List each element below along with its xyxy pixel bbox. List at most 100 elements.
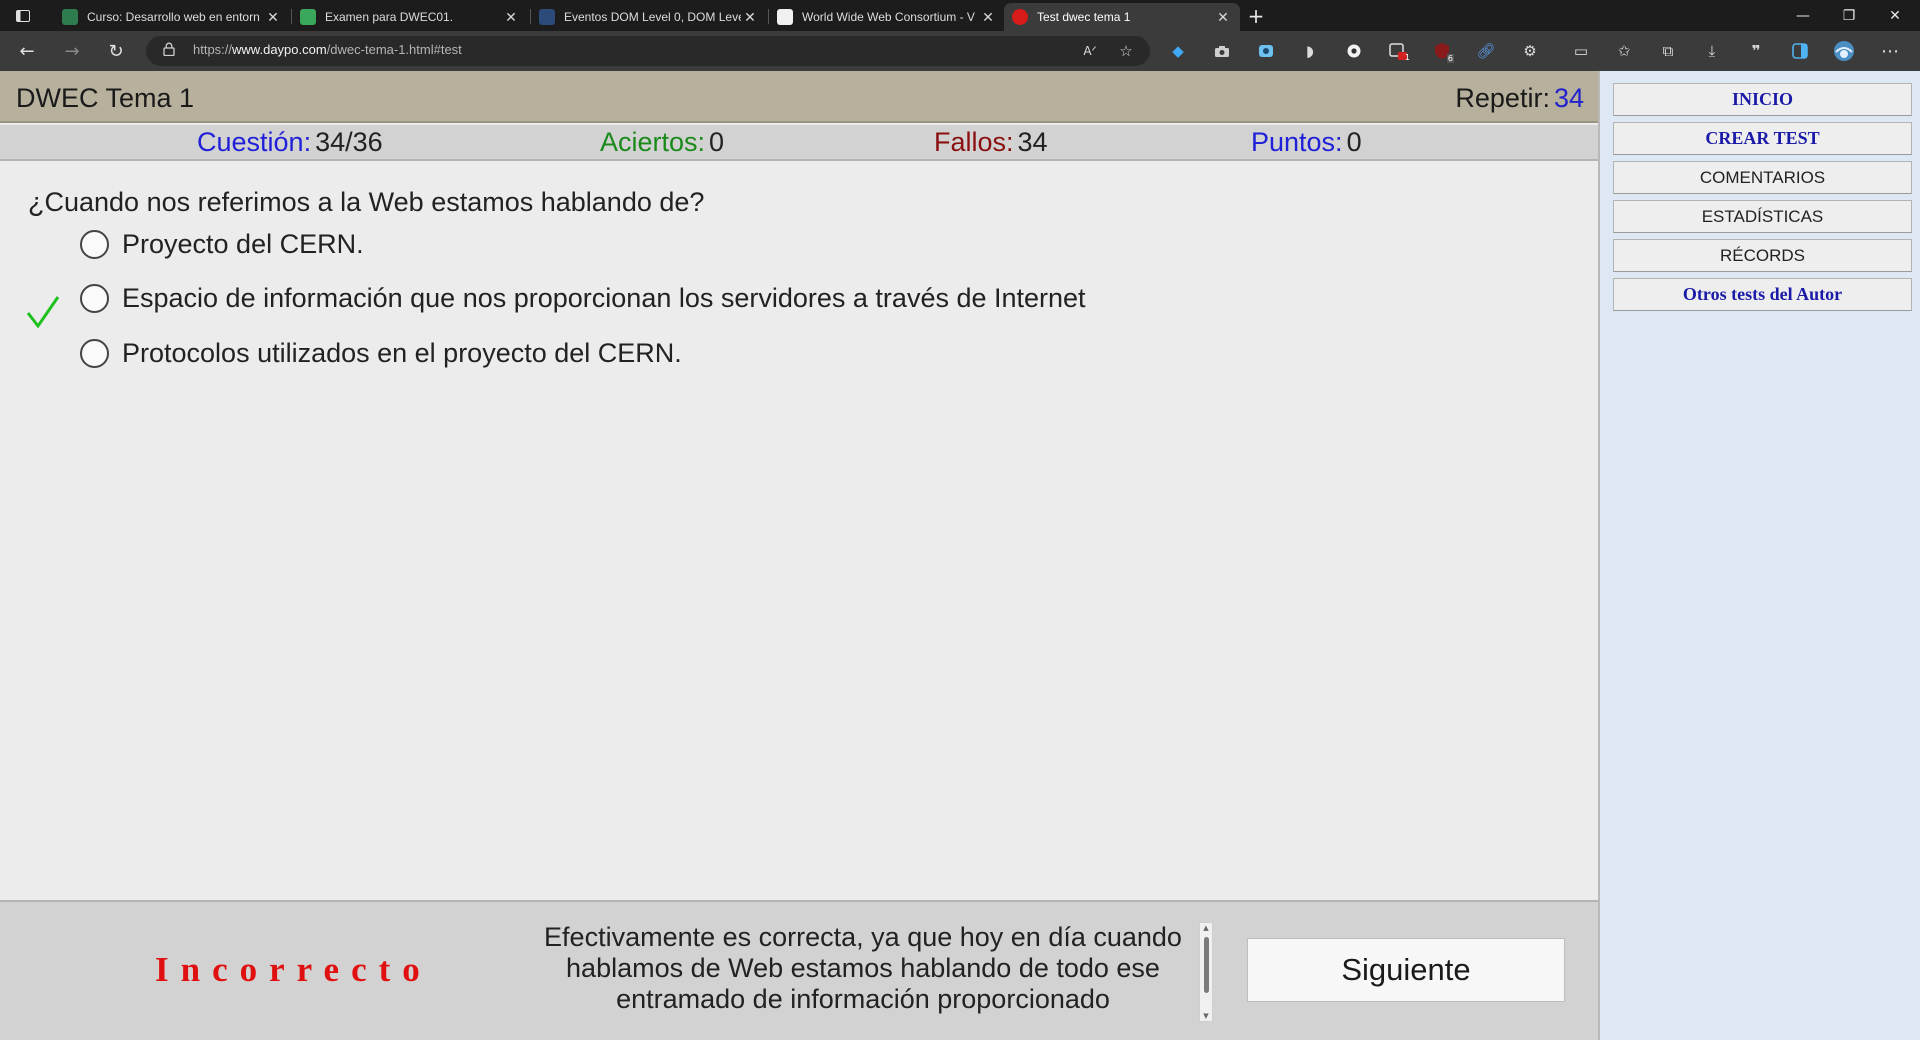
daypo-favicon-icon xyxy=(1012,9,1028,25)
link-icon[interactable]: 🔗︎ xyxy=(1474,39,1498,63)
add-favorite-icon[interactable]: ☆ xyxy=(1114,39,1138,63)
downloads-icon[interactable]: ⤓ xyxy=(1700,39,1724,63)
explanation-scrollbar[interactable]: ▲ ▼ xyxy=(1199,922,1213,1022)
radio-button[interactable] xyxy=(80,283,109,313)
capture-icon[interactable] xyxy=(1254,39,1278,63)
score-correct: Aciertos: 0 xyxy=(600,127,724,158)
radio-button[interactable] xyxy=(80,338,109,368)
tab-title: Test dwec tema 1 xyxy=(1037,10,1131,24)
score-label: Puntos: xyxy=(1251,127,1343,157)
browser-tab[interactable]: Eventos DOM Level 0, DOM Leve ✕ xyxy=(531,3,767,31)
result-status: Incorrecto xyxy=(155,950,432,989)
tab-close-icon[interactable]: ✕ xyxy=(1214,9,1232,26)
feedback-bar: Incorrecto Efectivamente es correcta, ya… xyxy=(0,900,1598,1040)
tab-title: World Wide Web Consortium - V xyxy=(802,10,975,24)
menu-records-button[interactable]: RÉCORDS xyxy=(1613,239,1912,272)
minimize-icon[interactable]: — xyxy=(1780,0,1826,31)
screenshot-icon[interactable] xyxy=(1210,39,1234,63)
browser-tab[interactable]: Examen para DWEC01. ✕ xyxy=(292,3,528,31)
extension-badge-icon[interactable]: 1 xyxy=(1386,39,1410,63)
read-aloud-icon[interactable]: Aᐟ xyxy=(1078,39,1102,63)
ublock-icon[interactable]: 6 xyxy=(1430,39,1454,63)
score-points: Puntos: 0 xyxy=(1251,127,1362,158)
score-question: Cuestión: 34/36 xyxy=(197,127,383,158)
new-tab-icon[interactable]: + xyxy=(1238,0,1274,31)
more-menu-icon[interactable]: ⋯ xyxy=(1878,39,1902,63)
menu-otros-tests-button[interactable]: Otros tests del Autor xyxy=(1613,278,1912,311)
scroll-thumb[interactable] xyxy=(1204,937,1209,993)
test-header: DWEC Tema 1 Repetir: 34 xyxy=(0,71,1598,123)
badge-count: 1 xyxy=(1404,53,1410,62)
answer-option-correct[interactable]: Espacio de información que nos proporcio… xyxy=(80,280,1086,316)
tab-close-icon[interactable]: ✕ xyxy=(979,9,997,26)
edge-bar-icon[interactable] xyxy=(1788,39,1812,63)
next-button[interactable]: Siguiente xyxy=(1247,938,1565,1002)
refresh-icon[interactable]: ↻ xyxy=(101,37,131,65)
option-label: Protocolos utilizados en el proyecto del… xyxy=(122,337,682,368)
lock-icon xyxy=(163,42,175,60)
test-title: DWEC Tema 1 xyxy=(16,83,195,113)
menu-estadisticas-button[interactable]: ESTADÍSTICAS xyxy=(1613,200,1912,233)
extension-gem-icon[interactable]: ◆ xyxy=(1166,39,1190,63)
extensions-icon[interactable]: ⚙ xyxy=(1518,39,1542,63)
repeat-counter: Repetir: 34 xyxy=(1455,83,1584,114)
browser-tab-bar: Curso: Desarrollo web en entorn ✕ Examen… xyxy=(0,0,1920,31)
badge-count: 6 xyxy=(1446,54,1454,63)
browser-tab[interactable]: Curso: Desarrollo web en entorn ✕ xyxy=(54,3,290,31)
score-label: Cuestión: xyxy=(197,127,312,157)
page-content: DWEC Tema 1 Repetir: 34 Cuestión: 34/36 Ac… xyxy=(0,71,1920,1040)
score-value: 34 xyxy=(1017,127,1048,157)
site-favicon-icon xyxy=(539,9,555,25)
radio-button[interactable] xyxy=(80,229,109,259)
answer-option[interactable]: Proyecto del CERN. xyxy=(80,226,364,262)
url-text: https://www.daypo.com/dwec-tema-1.html#t… xyxy=(193,42,462,57)
test-frame: DWEC Tema 1 Repetir: 34 Cuestión: 34/36 Ac… xyxy=(0,71,1600,1040)
question-area: ¿Cuando nos referimos a la Web estamos h… xyxy=(0,163,1598,898)
back-icon[interactable]: ← xyxy=(12,37,42,65)
scroll-down-icon[interactable]: ▼ xyxy=(1200,1012,1212,1020)
answer-explanation: Efectivamente es correcta, ya que hoy en… xyxy=(544,922,1182,1014)
scroll-up-icon[interactable]: ▲ xyxy=(1200,924,1212,932)
close-window-icon[interactable]: ✕ xyxy=(1872,0,1918,31)
score-label: Fallos: xyxy=(934,127,1014,157)
tab-close-icon[interactable]: ✕ xyxy=(741,9,759,26)
split-screen-icon[interactable]: ▭ xyxy=(1569,39,1593,63)
browser-tab-active[interactable]: Test dwec tema 1 ✕ xyxy=(1004,3,1240,31)
menu-comentarios-button[interactable]: COMENTARIOS xyxy=(1613,161,1912,194)
score-label: Aciertos: xyxy=(600,127,706,157)
score-value: 0 xyxy=(1346,127,1362,157)
tab-close-icon[interactable]: ✕ xyxy=(502,9,520,26)
score-bar: Cuestión: 34/36 Aciertos: 0 Fallos: 34 Punt… xyxy=(0,125,1598,161)
menu-crear-test-button[interactable]: CREAR TEST xyxy=(1613,122,1912,155)
browser-tab[interactable]: World Wide Web Consortium - V ✕ xyxy=(769,3,1005,31)
w3c-favicon-icon xyxy=(777,9,793,25)
address-bar[interactable]: https://www.daypo.com/dwec-tema-1.html#t… xyxy=(146,36,1150,66)
favorites-icon[interactable]: ✩ xyxy=(1612,39,1636,63)
profile-avatar-icon[interactable] xyxy=(1832,39,1856,63)
repeat-label: Repetir: xyxy=(1455,83,1550,113)
score-wrong: Fallos: 34 xyxy=(934,127,1048,158)
moodle-favicon-icon xyxy=(62,9,78,25)
option-label: Espacio de información que nos proporcio… xyxy=(122,282,1086,313)
forward-icon[interactable]: → xyxy=(57,37,87,65)
extension-dark-icon[interactable]: ◗ xyxy=(1298,39,1322,63)
quotes-icon[interactable]: ❞ xyxy=(1744,39,1768,63)
browser-toolbar: ← → ↻ https://www.daypo.com/dwec-tema-1.… xyxy=(0,31,1920,71)
collections-icon[interactable]: ⧉ xyxy=(1656,39,1680,63)
option-label: Proyecto del CERN. xyxy=(122,228,364,259)
tab-actions-icon[interactable] xyxy=(0,0,46,31)
tab-close-icon[interactable]: ✕ xyxy=(264,9,282,26)
menu-inicio-button[interactable]: INICIO xyxy=(1613,83,1912,116)
exam-favicon-icon xyxy=(300,9,316,25)
question-text: ¿Cuando nos referimos a la Web estamos h… xyxy=(28,187,705,217)
restore-icon[interactable]: ❐ xyxy=(1826,0,1872,31)
score-value: 0 xyxy=(709,127,725,157)
record-icon[interactable] xyxy=(1342,39,1366,63)
repeat-value: 34 xyxy=(1553,83,1584,113)
answer-option[interactable]: Protocolos utilizados en el proyecto del… xyxy=(80,335,682,371)
tab-title: Eventos DOM Level 0, DOM Leve xyxy=(564,10,741,24)
tab-title: Curso: Desarrollo web en entorn xyxy=(87,10,260,24)
score-value: 34/36 xyxy=(315,127,383,157)
tab-title: Examen para DWEC01. xyxy=(325,10,454,24)
correct-checkmark-icon xyxy=(26,296,60,329)
